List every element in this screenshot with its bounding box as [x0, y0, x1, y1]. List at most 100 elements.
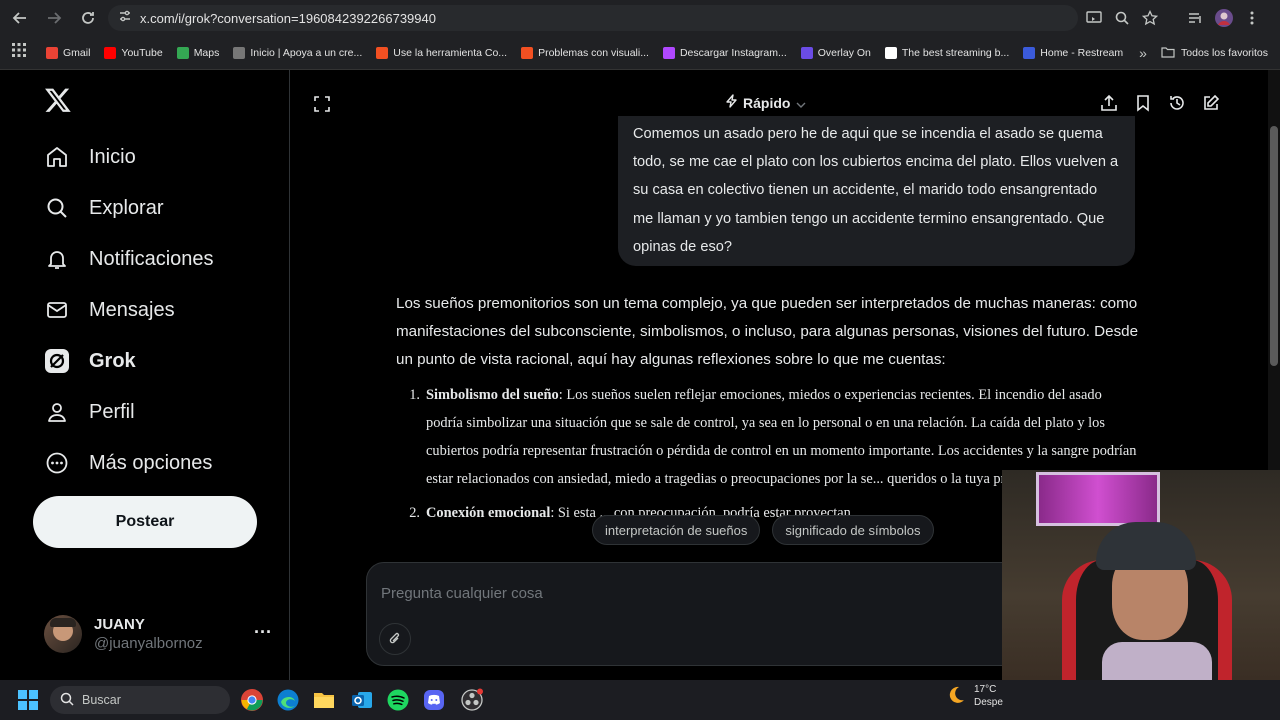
bookmark-label: Maps [193, 46, 220, 59]
search-icon [44, 195, 70, 221]
bookmark-label: YouTube [121, 46, 163, 59]
edge-icon[interactable] [276, 688, 300, 712]
sidebar-item-label: Perfil [89, 400, 135, 423]
bookmark-item[interactable]: Overlay On [800, 46, 871, 59]
avatar [44, 615, 82, 653]
weather-temperature: 17°C [974, 684, 997, 695]
bookmark-favicon-icon [662, 46, 675, 59]
answer-item-number: 2. [409, 505, 420, 521]
bookmark-star-icon[interactable] [1140, 8, 1160, 28]
bookmark-label: Descargar Instagram... [679, 46, 787, 59]
attach-button[interactable] [379, 623, 411, 655]
mail-icon [44, 297, 70, 323]
sidebar-item-m-s-opciones[interactable]: Más opciones [44, 443, 212, 483]
new-chat-icon[interactable] [1202, 94, 1220, 117]
sidebar-item-grok[interactable]: Grok [44, 341, 136, 381]
sidebar-item-label: Explorar [89, 196, 164, 219]
suggestion-chips: interpretación de sueños significado de s… [592, 515, 934, 545]
bookmark-icon[interactable] [1134, 94, 1152, 117]
webcam-person-body [1102, 642, 1212, 680]
weather-widget[interactable]: 17°C Despe [946, 684, 1003, 708]
outlook-icon[interactable] [350, 688, 374, 712]
sidebar-item-label: Notificaciones [89, 247, 214, 270]
bell-icon [44, 246, 70, 272]
mode-label: Rápido [743, 94, 791, 111]
webcam-overlay [1002, 470, 1280, 680]
bookmark-favicon-icon [1023, 46, 1036, 59]
answer-item-title: Simbolismo del sueño [426, 387, 559, 403]
bookmark-label: Use la herramienta Co... [393, 46, 508, 59]
menu-kebab-icon[interactable] [1242, 8, 1262, 28]
apps-grid-icon[interactable] [12, 43, 26, 62]
sidebar-item-inicio[interactable]: Inicio [44, 137, 136, 177]
bookmark-item[interactable]: Descargar Instagram... [662, 46, 787, 59]
back-icon[interactable] [6, 4, 34, 32]
bookmark-label: The best streaming b... [901, 46, 1010, 59]
expand-icon[interactable] [314, 96, 330, 117]
grok-answer-intro: Los sueños premonitorios son un tema com… [396, 295, 1139, 368]
bookmark-item[interactable]: Home - Restream [1023, 46, 1123, 59]
bookmark-item[interactable]: YouTube [104, 46, 163, 59]
chrome-icon[interactable] [240, 688, 264, 712]
user-display-name: JUANY [94, 616, 145, 633]
sidebar-item-label: Mensajes [89, 298, 175, 321]
bookmark-favicon-icon [800, 46, 813, 59]
taskbar-search-label: Buscar [82, 693, 121, 707]
sidebar-item-mensajes[interactable]: Mensajes [44, 290, 175, 330]
taskbar-search[interactable]: Buscar [50, 686, 230, 714]
share-icon[interactable] [1100, 94, 1118, 117]
zoom-icon[interactable] [1112, 8, 1132, 28]
webcam-poster [1036, 472, 1160, 526]
sidebar-item-notificaciones[interactable]: Notificaciones [44, 239, 214, 279]
sidebar-item-label: Más opciones [89, 451, 213, 474]
bookmark-item[interactable]: Maps [176, 46, 220, 59]
bookmark-item[interactable]: Use la herramienta Co... [376, 46, 508, 59]
bookmark-favicon-icon [376, 46, 389, 59]
folder-icon [1161, 46, 1175, 61]
account-switcher[interactable]: JUANY @juanyalbornoz ··· [44, 610, 284, 658]
discord-icon[interactable] [422, 688, 446, 712]
file-explorer-icon[interactable] [312, 688, 336, 712]
windows-taskbar: Buscar 17°C Despe [0, 680, 1280, 720]
forward-icon[interactable] [40, 4, 68, 32]
sidebar-item-explorar[interactable]: Explorar [44, 188, 163, 228]
x-logo-icon[interactable] [44, 86, 72, 114]
x-sidebar: Inicio Explorar Notificaciones Mensajes Grok… [0, 70, 290, 680]
reload-icon[interactable] [74, 4, 102, 32]
all-bookmarks-folder[interactable]: Todos los favoritos [1161, 36, 1268, 70]
sidebar-item-label: Inicio [89, 145, 136, 168]
bookmark-favicon-icon [521, 46, 534, 59]
windows-start-icon[interactable] [18, 690, 38, 715]
bookmarks-overflow-icon[interactable]: » [1139, 45, 1147, 61]
suggestion-chip[interactable]: interpretación de sueños [592, 515, 761, 545]
address-bar[interactable]: x.com/i/grok?conversation=19608423922667… [108, 5, 1078, 31]
suggestion-chip[interactable]: significado de símbolos [772, 515, 934, 545]
weather-text: Despe [974, 697, 1003, 708]
paperclip-icon [389, 632, 400, 644]
bookmarks-bar: Gmail YouTube Maps Inicio | Apoya a un cre.… [0, 36, 1280, 70]
bookmark-item[interactable]: Problemas con visuali... [521, 46, 649, 59]
bookmark-favicon-icon [46, 46, 58, 59]
cast-icon[interactable] [1084, 8, 1104, 28]
bookmark-item[interactable]: Gmail [46, 46, 90, 59]
history-icon[interactable] [1168, 94, 1186, 117]
bookmark-favicon-icon [884, 46, 897, 59]
bookmark-item[interactable]: The best streaming b... [884, 46, 1010, 59]
grok-icon [44, 348, 70, 374]
profile-avatar-icon[interactable] [1214, 8, 1234, 28]
bookmark-favicon-icon [176, 46, 189, 59]
user-handle: @juanyalbornoz [94, 635, 203, 652]
post-button[interactable]: Postear [33, 496, 257, 548]
obs-icon[interactable] [460, 688, 484, 712]
site-settings-icon[interactable] [118, 9, 132, 28]
mode-selector[interactable]: Rápido [726, 94, 806, 111]
sidebar-item-perfil[interactable]: Perfil [44, 392, 135, 432]
bookmark-label: Inicio | Apoya a un cre... [250, 46, 363, 59]
chat-input[interactable] [381, 581, 981, 605]
media-queue-icon[interactable] [1186, 8, 1206, 28]
more-dots-icon[interactable]: ··· [254, 622, 272, 643]
bookmark-item[interactable]: Inicio | Apoya a un cre... [233, 46, 363, 59]
scroll-thumb[interactable] [1270, 126, 1278, 366]
lightning-icon [726, 94, 738, 111]
spotify-icon[interactable] [386, 688, 410, 712]
